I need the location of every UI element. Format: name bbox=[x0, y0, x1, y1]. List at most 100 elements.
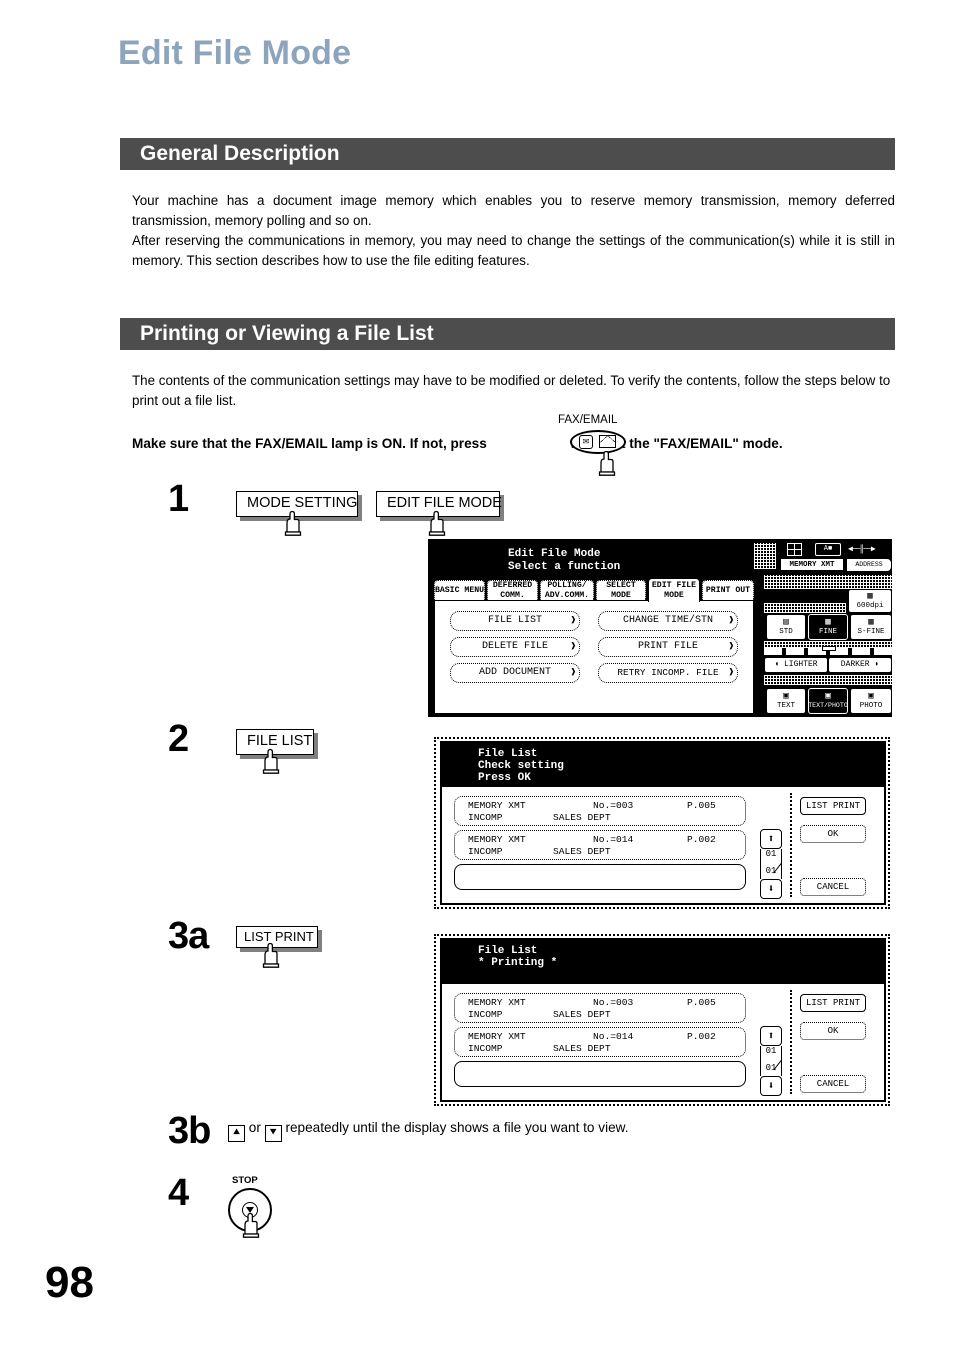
dpi-grid-icon: ▦ bbox=[867, 590, 873, 601]
lcd-button-label: CHANGE TIME/STN bbox=[622, 615, 713, 626]
resolution-fine-button[interactable]: ▦ FINE bbox=[808, 614, 848, 640]
paragraph-printing-1: The contents of the communication settin… bbox=[132, 373, 891, 408]
cancel-button[interactable]: CANCEL bbox=[800, 1075, 866, 1093]
file-list-row-empty[interactable] bbox=[454, 1061, 746, 1087]
file-list-row[interactable]: MEMORY XMT No.=014 P.002 INCOMP SALES DE… bbox=[454, 830, 746, 860]
section-heading-general-description: General Description bbox=[120, 138, 895, 170]
resolution-label: S-FINE bbox=[857, 627, 885, 636]
section-heading-printing-viewing-file-list: Printing or Viewing a File List bbox=[120, 318, 895, 350]
pointing-hand-icon bbox=[280, 510, 306, 536]
lcd-button-print-file[interactable]: PRINT FILE ❱ bbox=[598, 637, 738, 657]
text-photo-icon: ▣ bbox=[825, 690, 831, 701]
scroll-widget[interactable]: ⬆ 01 01 ⬇ bbox=[760, 1026, 784, 1098]
resolution-s-fine-button[interactable]: ▦ S-FINE bbox=[850, 614, 892, 640]
step-number-3b: 3b bbox=[168, 1110, 211, 1152]
pointing-hand-icon bbox=[258, 942, 284, 968]
media-text-photo-button[interactable]: ▣ TEXT/PHOTO bbox=[808, 688, 848, 714]
ok-button[interactable]: OK bbox=[800, 1022, 866, 1040]
address-book-button[interactable]: ADDRESS BOOK bbox=[846, 558, 892, 580]
resolution-std-button[interactable]: ▤ STD bbox=[766, 614, 806, 640]
file-list-row-empty[interactable] bbox=[454, 864, 746, 890]
lcd-button-add-document[interactable]: ADD DOCUMENT ❱ bbox=[450, 663, 580, 683]
lcd-title-line3: Press OK bbox=[478, 772, 531, 784]
lcd-title-line2: Select a function bbox=[508, 561, 621, 573]
scroll-down-button[interactable]: ⬇ bbox=[760, 879, 782, 899]
row-pages: P.005 bbox=[687, 800, 716, 811]
panel-divider bbox=[790, 990, 794, 1094]
tab-deferred-comm[interactable]: DEFERRED COMM. bbox=[487, 580, 538, 600]
tab-select-mode[interactable]: SELECT MODE bbox=[596, 580, 646, 600]
tab-label: SELECT bbox=[606, 581, 636, 591]
chevron-right-icon: ❱ bbox=[728, 615, 734, 626]
std-grid-icon: ▤ bbox=[783, 616, 789, 627]
lcd-panel-file-list-check: File List Check setting Press OK MEMORY … bbox=[440, 741, 886, 905]
contrast-lighter-button[interactable]: ◖ LIGHTER bbox=[764, 657, 828, 673]
ok-button[interactable]: OK bbox=[800, 825, 866, 843]
row-status: INCOMP bbox=[468, 812, 503, 823]
file-list-row[interactable]: MEMORY XMT No.=014 P.002 INCOMP SALES DE… bbox=[454, 1027, 746, 1057]
arrow-down-icon[interactable]: ⯆ bbox=[264, 1125, 282, 1142]
contrast-scale-icon: ◀──║──▶ bbox=[848, 545, 876, 554]
lcd-button-label: FILE LIST bbox=[487, 615, 542, 626]
row-type: MEMORY XMT bbox=[468, 997, 526, 1008]
fax-email-notice: Make sure that the FAX/EMAIL lamp is ON.… bbox=[132, 436, 912, 451]
media-label: TEXT bbox=[776, 701, 795, 710]
row-type: MEMORY XMT bbox=[468, 834, 526, 845]
lcd-button-retry-incomp-file[interactable]: RETRY INCOMP. FILE ❱ bbox=[598, 663, 738, 683]
row-station: SALES DEPT bbox=[553, 812, 611, 823]
step-number-1: 1 bbox=[168, 478, 189, 520]
cancel-button[interactable]: CANCEL bbox=[800, 878, 866, 896]
contrast-scale-thumb[interactable] bbox=[822, 646, 836, 651]
tab-polling-adv-comm[interactable]: POLLING/ ADV.COMM. bbox=[540, 580, 594, 600]
arrow-up-icon[interactable]: ⯅ bbox=[228, 1125, 245, 1142]
scroll-counter: 01 01 bbox=[760, 1046, 783, 1076]
lcd-button-change-time-stn[interactable]: CHANGE TIME/STN ❱ bbox=[598, 611, 738, 631]
row-type: MEMORY XMT bbox=[468, 800, 526, 811]
resolution-label: FINE bbox=[818, 627, 837, 636]
step-number-3a: 3a bbox=[168, 915, 209, 957]
chevron-right-icon: ❱ bbox=[570, 667, 576, 678]
scroll-counter: 01 01 bbox=[760, 849, 783, 879]
scroll-up-button[interactable]: ⬆ bbox=[760, 829, 782, 849]
scroll-widget[interactable]: ⬆ 01 01 ⬇ bbox=[760, 829, 784, 901]
photo-icon: ▣ bbox=[868, 690, 874, 701]
scroll-up-button[interactable]: ⬆ bbox=[760, 1026, 782, 1046]
file-list-row[interactable]: MEMORY XMT No.=003 P.005 INCOMP SALES DE… bbox=[454, 993, 746, 1023]
contrast-darker-button[interactable]: DARKER ◗ bbox=[828, 657, 892, 673]
paragraph-general-2: After reserving the communications in me… bbox=[132, 233, 895, 268]
tab-label-2: MODE bbox=[664, 590, 684, 600]
tab-edit-file-mode[interactable]: EDIT FILE MODE bbox=[648, 578, 700, 602]
file-list-row[interactable]: MEMORY XMT No.=003 P.005 INCOMP SALES DE… bbox=[454, 796, 746, 826]
media-photo-button[interactable]: ▣ PHOTO bbox=[850, 688, 892, 714]
fine-grid-icon: ▦ bbox=[825, 616, 831, 627]
rail-dither-4 bbox=[764, 675, 892, 685]
lighter-icon: ◖ bbox=[774, 659, 784, 669]
text-icon: ▣ bbox=[783, 690, 789, 701]
media-text-button[interactable]: ▣ TEXT bbox=[766, 688, 806, 714]
lcd-button-delete-file[interactable]: DELETE FILE ❱ bbox=[450, 637, 580, 657]
rail-dither-2 bbox=[764, 603, 846, 613]
step-number-4: 4 bbox=[168, 1172, 189, 1214]
step-number-2: 2 bbox=[168, 718, 189, 760]
tab-basic-menu[interactable]: BASIC MENU bbox=[434, 580, 485, 600]
lcd-button-file-list[interactable]: FILE LIST ❱ bbox=[450, 611, 580, 631]
pointing-hand-icon bbox=[238, 1212, 264, 1238]
tab-label: DEFERRED bbox=[492, 581, 533, 591]
pointing-hand-icon bbox=[258, 748, 284, 774]
page-title: Edit File Mode bbox=[118, 34, 352, 72]
page-number: 98 bbox=[45, 1258, 94, 1307]
tab-print-out[interactable]: PRINT OUT bbox=[702, 580, 754, 600]
lcd-button-label: RETRY INCOMP. FILE bbox=[617, 667, 719, 679]
scroll-down-button[interactable]: ⬇ bbox=[760, 1076, 782, 1096]
list-print-button[interactable]: LIST PRINT bbox=[800, 994, 866, 1012]
media-label: PHOTO bbox=[859, 701, 883, 710]
lcd-title-line1: Edit File Mode bbox=[508, 548, 601, 560]
row-pages: P.005 bbox=[687, 997, 716, 1008]
lcd-button-label: PRINT FILE bbox=[637, 641, 698, 652]
text-photo-icon: A■ bbox=[815, 543, 841, 556]
tab-label: PRINT OUT bbox=[705, 585, 751, 595]
row-station: SALES DEPT bbox=[553, 1043, 611, 1054]
list-print-button[interactable]: LIST PRINT bbox=[800, 797, 866, 815]
chevron-right-icon: ❱ bbox=[728, 641, 734, 652]
darker-icon: ◗ bbox=[869, 659, 880, 669]
